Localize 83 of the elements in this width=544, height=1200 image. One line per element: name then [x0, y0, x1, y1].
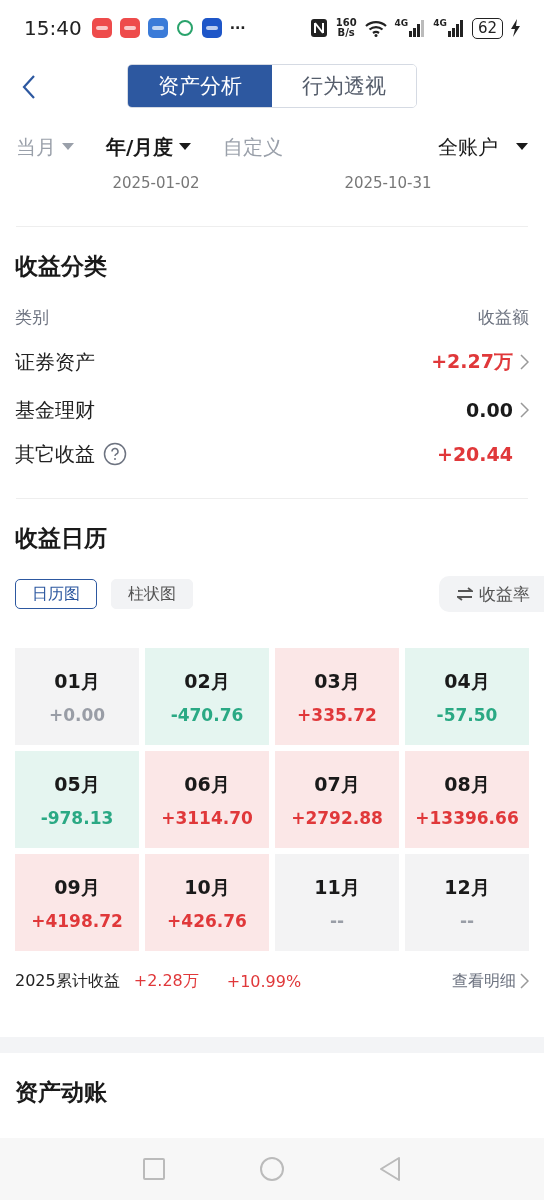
month-income: +3114.70 — [161, 807, 253, 828]
month-cell[interactable]: 08月 +13396.66 — [405, 751, 529, 848]
month-income: -470.76 — [170, 704, 244, 725]
month-label: 04月 — [444, 668, 490, 694]
month-cell[interactable]: 07月 +2792.88 — [275, 751, 399, 848]
recents-icon[interactable] — [143, 1158, 165, 1180]
month-label: 11月 — [314, 874, 360, 900]
caret-icon — [516, 143, 528, 151]
month-cell[interactable]: 01月 +0.00 — [15, 648, 139, 745]
home-icon[interactable] — [260, 1157, 284, 1181]
month-label: 06月 — [184, 771, 230, 797]
income-amount: +20.44 — [436, 443, 513, 465]
battery-level: 62 — [471, 17, 503, 39]
swap-icon — [457, 587, 473, 601]
section-title: 收益分类 — [15, 252, 108, 281]
section-title: 资产动账 — [15, 1078, 108, 1107]
wifi-icon — [364, 19, 387, 37]
month-label: 05月 — [54, 771, 100, 797]
month-cell[interactable]: 05月 -978.13 — [15, 751, 139, 848]
month-cell[interactable]: 03月 +335.72 — [275, 648, 399, 745]
network-type: 4G — [433, 19, 447, 28]
month-label: 10月 — [184, 874, 230, 900]
month-label: 03月 — [314, 668, 360, 694]
month-label: 02月 — [184, 668, 230, 694]
category-name: 基金理财 — [15, 396, 95, 424]
summary-label: 2025累计收益 — [15, 970, 120, 992]
month-income: +4198.72 — [31, 910, 123, 931]
rate-toggle-button[interactable]: 收益率 — [439, 576, 544, 612]
summary-amount: +2.28万 — [133, 970, 199, 992]
help-icon[interactable] — [103, 442, 127, 466]
month-income: -- — [329, 910, 345, 931]
month-cell[interactable]: 12月 -- — [405, 854, 529, 951]
details-link[interactable]: 查看明细 — [452, 970, 529, 992]
month-label: 12月 — [444, 874, 490, 900]
month-cell[interactable]: 06月 +3114.70 — [145, 751, 269, 848]
period-filter[interactable]: 年/月度 — [106, 133, 192, 161]
chevron-right-icon — [520, 973, 529, 989]
month-cell[interactable]: 10月 +426.76 — [145, 854, 269, 951]
nfc-icon — [309, 18, 328, 38]
month-label: 09月 — [54, 874, 100, 900]
month-cell[interactable]: 04月 -57.50 — [405, 648, 529, 745]
month-income: -57.50 — [436, 704, 498, 725]
status-time: 15:40 — [24, 16, 82, 40]
income-amount: 0.00 — [466, 399, 513, 421]
month-income: +0.00 — [48, 704, 106, 725]
account-filter[interactable]: 全账户 — [438, 133, 528, 161]
summary-rate: +10.99% — [226, 971, 302, 991]
month-label: 01月 — [54, 668, 100, 694]
month-income: -978.13 — [40, 807, 114, 828]
back-icon[interactable] — [22, 74, 36, 100]
network-speed: 160 — [335, 18, 357, 28]
month-cell[interactable]: 09月 +4198.72 — [15, 854, 139, 951]
end-date: 2025-10-31 — [344, 174, 432, 194]
more-indicator: ··· — [229, 21, 246, 35]
category-name: 其它收益 — [15, 440, 95, 468]
month-label: 07月 — [314, 771, 360, 797]
signal-icon — [409, 19, 426, 37]
month-cell[interactable]: 02月 -470.76 — [145, 648, 269, 745]
category-name: 证券资产 — [15, 348, 95, 376]
month-label: 08月 — [444, 771, 490, 797]
month-cell[interactable]: 11月 -- — [275, 854, 399, 951]
view-toggle[interactable]: 日历图 — [15, 579, 97, 609]
column-header: 收益额 — [478, 305, 529, 329]
month-income: +13396.66 — [415, 807, 519, 828]
app-icon — [91, 18, 112, 38]
view-toggle[interactable]: 柱状图 — [111, 579, 193, 609]
month-income: +2792.88 — [291, 807, 383, 828]
back-nav-icon[interactable] — [379, 1157, 401, 1181]
network-type: 4G — [394, 19, 409, 28]
income-amount: +2.27万 — [431, 349, 513, 374]
month-income: +426.76 — [167, 910, 247, 931]
signal-icon — [447, 19, 464, 37]
app-icon — [147, 18, 168, 38]
month-income: -- — [459, 910, 475, 931]
column-header: 类别 — [15, 305, 49, 329]
charging-icon — [511, 19, 520, 37]
speed-unit: B/s — [337, 28, 355, 38]
app-icon — [201, 18, 222, 38]
app-icon — [119, 18, 140, 38]
start-date: 2025-01-02 — [112, 174, 200, 194]
tab[interactable]: 资产分析 — [128, 65, 272, 107]
section-title: 收益日历 — [15, 524, 108, 553]
month-income: +335.72 — [297, 704, 377, 725]
